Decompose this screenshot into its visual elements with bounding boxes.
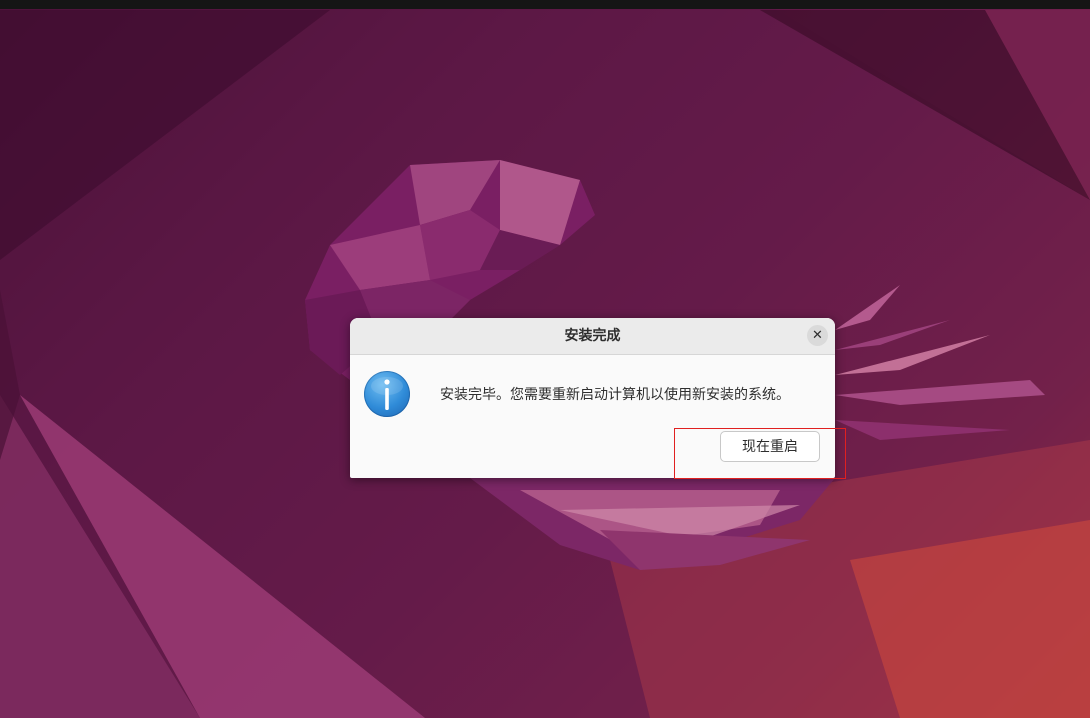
close-button[interactable]: ✕ bbox=[807, 325, 828, 346]
dialog-message: 安装完毕。您需要重新启动计算机以使用新安装的系统。 bbox=[440, 387, 790, 403]
close-icon: ✕ bbox=[812, 328, 823, 343]
top-bar bbox=[0, 0, 1090, 9]
restart-now-button[interactable]: 现在重启 bbox=[720, 431, 820, 462]
info-icon bbox=[364, 371, 410, 417]
install-complete-dialog: 安装完成 ✕ 安装完毕。您需要重新启动计算机以使用新安装的系统。 现在重启 bbox=[350, 318, 835, 478]
dialog-title: 安装完成 bbox=[564, 328, 621, 344]
dialog-titlebar: 安装完成 ✕ bbox=[350, 318, 835, 355]
